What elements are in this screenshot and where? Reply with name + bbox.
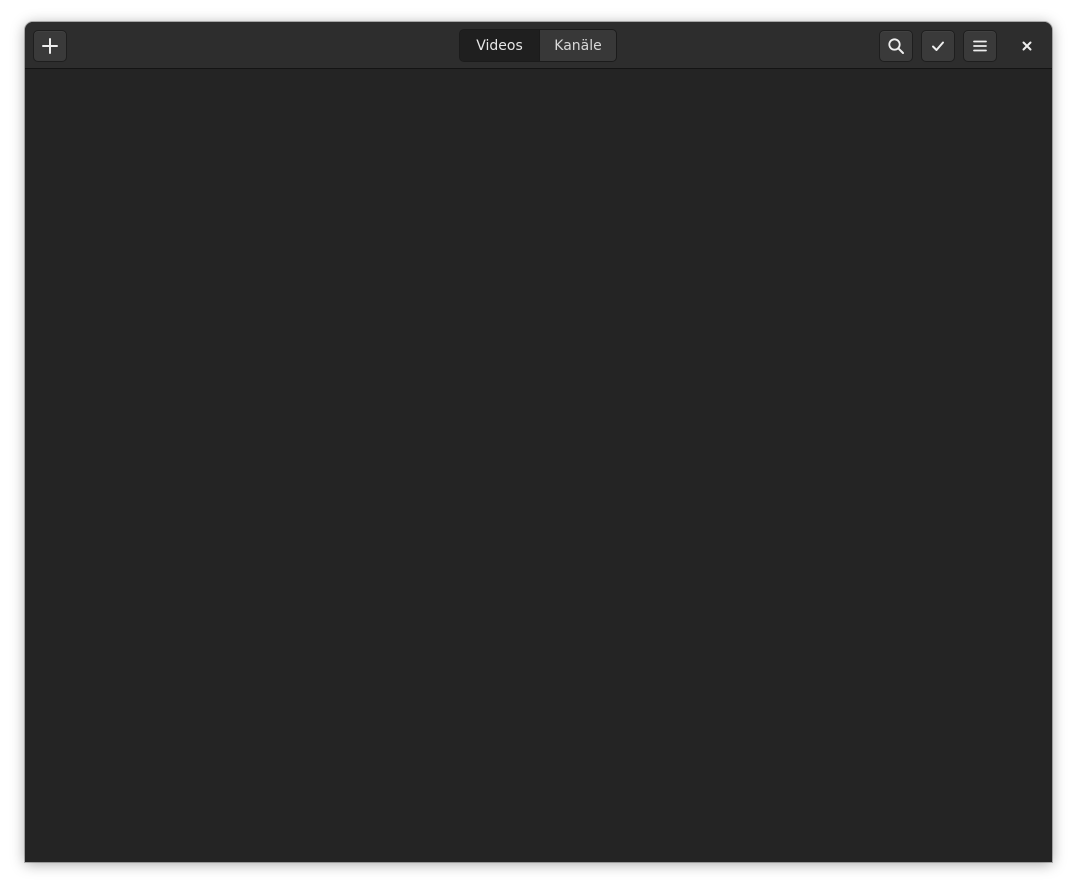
tab-videos[interactable]: Videos: [460, 30, 539, 61]
add-button[interactable]: [33, 30, 67, 62]
main-content-area: [25, 70, 1052, 862]
view-switcher: Videos Kanäle: [459, 29, 617, 62]
tab-channels-label: Kanäle: [554, 37, 602, 54]
plus-icon: [41, 37, 59, 55]
checkmark-icon: [930, 38, 946, 54]
app-window: Videos Kanäle: [25, 22, 1052, 862]
search-button[interactable]: [879, 30, 913, 62]
close-window-button[interactable]: [1015, 34, 1039, 58]
tab-channels[interactable]: Kanäle: [539, 30, 616, 61]
search-icon: [887, 37, 905, 55]
close-icon: [1021, 37, 1033, 56]
header-bar: Videos Kanäle: [25, 22, 1052, 69]
selection-mode-button[interactable]: [921, 30, 955, 62]
main-menu-button[interactable]: [963, 30, 997, 62]
tab-videos-label: Videos: [476, 37, 523, 54]
hamburger-menu-icon: [972, 38, 988, 54]
